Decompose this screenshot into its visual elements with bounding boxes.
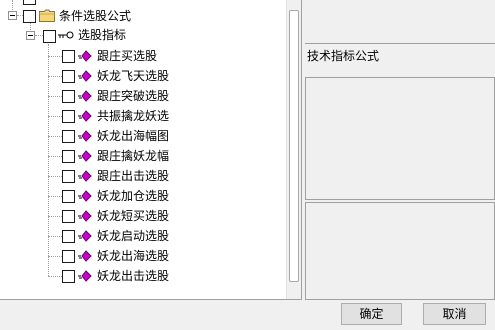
collapse-toggle-root[interactable] — [8, 11, 17, 20]
tree-line — [48, 116, 62, 117]
tree-item[interactable]: 妖龙出海选股 — [0, 246, 285, 266]
item-label: 妖龙出击选股 — [97, 269, 170, 283]
tree-line — [48, 256, 62, 257]
tree-item[interactable]: 妖龙出击选股 — [0, 266, 285, 286]
formula-leaf-icon — [78, 50, 92, 62]
item-checkbox[interactable] — [62, 170, 75, 183]
formula-detail-panel: 技术指标公式 — [305, 0, 495, 300]
item-label: 妖龙飞天选股 — [97, 69, 170, 83]
tree-item[interactable]: 共振擒龙妖选 — [0, 106, 285, 126]
formula-leaf-icon — [78, 230, 92, 242]
tree-line — [48, 96, 62, 97]
item-checkbox[interactable] — [62, 270, 75, 283]
group-checkbox[interactable] — [43, 30, 56, 43]
item-checkbox[interactable] — [62, 110, 75, 123]
dialog-button-bar — [0, 300, 495, 330]
root-label[interactable]: 条件选股公式 — [59, 9, 131, 23]
tree-line — [48, 276, 62, 277]
root-checkbox[interactable] — [23, 10, 36, 23]
tree-line — [48, 56, 62, 57]
item-label: 跟庄擒妖龙幅 — [97, 149, 170, 163]
folder-icon — [39, 9, 55, 22]
tree-item[interactable]: 跟庄出击选股 — [0, 166, 285, 186]
item-label: 妖龙启动选股 — [97, 229, 170, 243]
formula-leaf-icon — [78, 210, 92, 222]
partial-item-checkbox[interactable] — [23, 0, 36, 5]
tree-line — [48, 176, 62, 177]
item-label: 跟庄突破选股 — [97, 89, 170, 103]
key-icon — [58, 31, 74, 39]
tree-item[interactable]: 跟庄买选股 — [0, 46, 285, 66]
tree-line — [35, 35, 43, 36]
collapse-toggle-group[interactable] — [26, 31, 35, 40]
detail-title: 技术指标公式 — [307, 49, 380, 63]
tree-line — [48, 196, 62, 197]
formula-leaf-icon — [78, 90, 92, 102]
tree-line — [48, 136, 62, 137]
tree-scrollbar[interactable] — [286, 0, 301, 299]
item-label: 跟庄买选股 — [97, 49, 158, 63]
item-checkbox[interactable] — [62, 130, 75, 143]
ok-button[interactable]: 确定 — [341, 303, 402, 325]
item-checkbox[interactable] — [62, 250, 75, 263]
item-label: 妖龙出海选股 — [97, 249, 170, 263]
tree-line — [48, 76, 62, 77]
detail-header-area — [305, 0, 495, 44]
formula-leaf-icon — [78, 150, 92, 162]
formula-leaf-icon — [78, 190, 92, 202]
tree-line — [48, 156, 62, 157]
item-label: 妖龙短买选股 — [97, 209, 170, 223]
scrollbar-thumb[interactable] — [289, 10, 299, 282]
item-checkbox[interactable] — [62, 50, 75, 63]
item-checkbox[interactable] — [62, 230, 75, 243]
tree-item[interactable]: 妖龙飞天选股 — [0, 66, 285, 86]
cancel-button[interactable]: 取消 — [423, 303, 486, 325]
tree-line — [48, 216, 62, 217]
formula-tree-panel[interactable]: 条件选股公式 选股指标 跟庄买选股 妖龙飞天选股 跟庄突破选股 共振擒龙妖选 妖… — [0, 0, 302, 300]
formula-leaf-icon — [78, 250, 92, 262]
item-checkbox[interactable] — [62, 190, 75, 203]
tree-item[interactable]: 妖龙加仓选股 — [0, 186, 285, 206]
item-label: 妖龙出海幅图 — [97, 129, 170, 143]
group-label[interactable]: 选股指标 — [78, 28, 126, 42]
tree-item[interactable]: 跟庄擒妖龙幅 — [0, 146, 285, 166]
item-checkbox[interactable] — [62, 210, 75, 223]
item-label: 共振擒龙妖选 — [97, 109, 170, 123]
detail-box-lower — [305, 202, 495, 300]
tree-item[interactable]: 跟庄突破选股 — [0, 86, 285, 106]
formula-leaf-icon — [78, 270, 92, 282]
item-checkbox[interactable] — [62, 90, 75, 103]
item-label: 跟庄出击选股 — [97, 169, 170, 183]
item-checkbox[interactable] — [62, 150, 75, 163]
detail-box-upper — [305, 77, 495, 200]
item-checkbox[interactable] — [62, 70, 75, 83]
formula-leaf-icon — [78, 130, 92, 142]
item-label: 妖龙加仓选股 — [97, 189, 170, 203]
tree-line — [48, 236, 62, 237]
tree-line — [30, 23, 31, 30]
tree-item[interactable]: 妖龙出海幅图 — [0, 126, 285, 146]
formula-leaf-icon — [78, 170, 92, 182]
tree-item[interactable]: 妖龙短买选股 — [0, 206, 285, 226]
tree-item[interactable]: 妖龙启动选股 — [0, 226, 285, 246]
formula-leaf-icon — [78, 70, 92, 82]
formula-leaf-icon — [78, 110, 92, 122]
